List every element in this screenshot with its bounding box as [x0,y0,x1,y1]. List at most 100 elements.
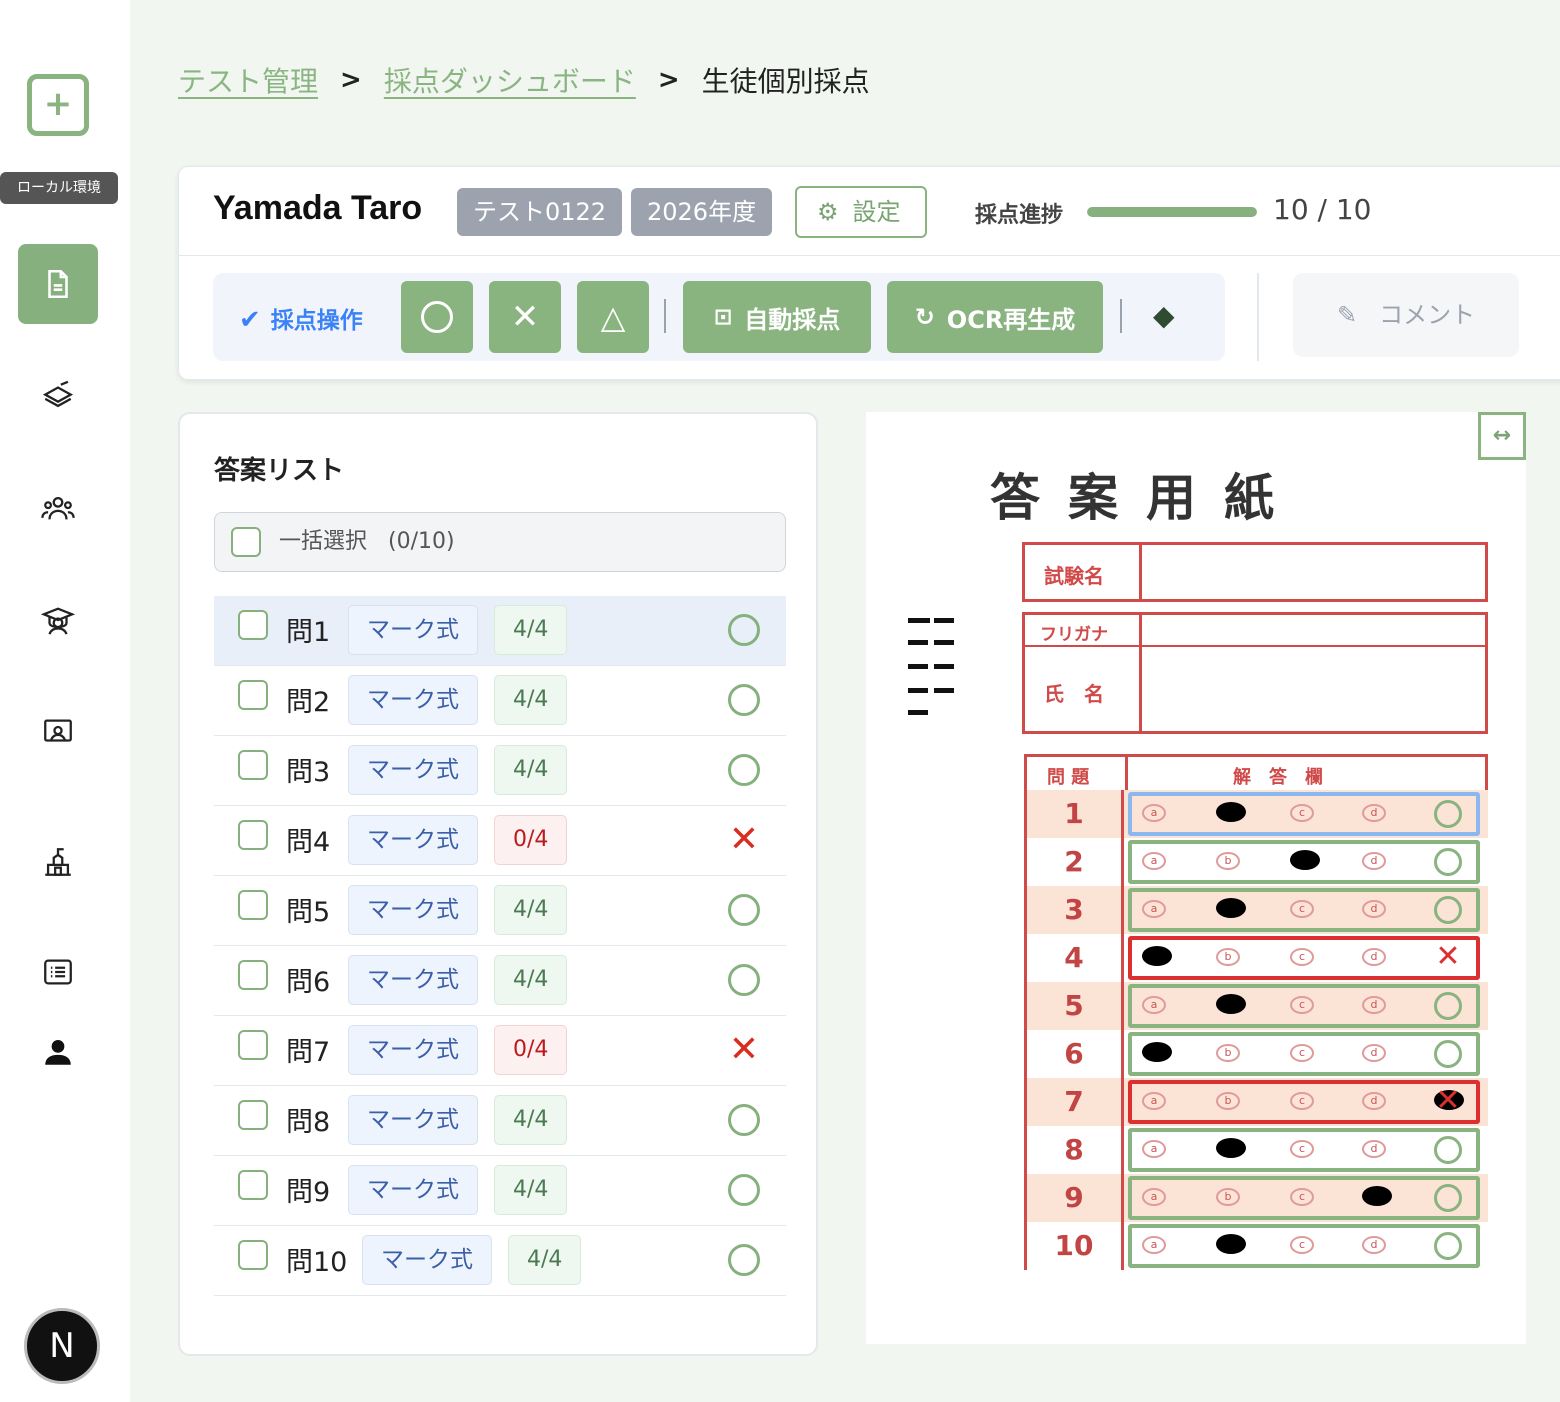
add-icon[interactable]: + [27,74,89,136]
row-checkbox[interactable] [238,750,268,780]
select-all-row[interactable]: 一括選択 (0/10) [214,512,786,572]
sheet-question-row: 4 b c d ✕ [1024,934,1488,982]
timing-mark [934,640,954,645]
sheet-question-row: 5acd [1024,982,1488,1030]
row-checkbox[interactable] [238,680,268,710]
answer-row[interactable]: 問10 マーク式 4/4 [214,1226,786,1296]
answer-row[interactable]: 問2 マーク式 4/4 [214,666,786,736]
question-label: 問7 [286,1037,331,1068]
bubble-row: acd [1124,1126,1488,1174]
row-checkbox[interactable] [238,1240,268,1270]
answer-rows: 問1 マーク式 4/4 問2 マーク式 4/4 問3 マーク式 4/4 問4 マーク式 0/4 ✕ 問5 マ… [214,596,786,1296]
timing-mark [934,664,954,669]
row-checkbox[interactable] [238,1100,268,1130]
wrong-cross-icon: ✕ [728,1029,760,1070]
answer-highlight-box[interactable] [1128,888,1480,932]
bubble-row: abc [1124,1174,1488,1222]
question-type-badge: マーク式 [348,955,478,1005]
answer-highlight-box[interactable] [1128,1224,1480,1268]
toolbar-separator [1120,299,1122,333]
answer-highlight-box[interactable] [1128,1080,1480,1124]
answer-highlight-box[interactable] [1128,936,1480,980]
correct-circle-icon [728,894,760,926]
answer-row[interactable]: 問9 マーク式 4/4 [214,1156,786,1226]
score-badge: 4/4 [508,1235,582,1285]
correct-circle-icon [728,964,760,996]
answer-highlight-box[interactable] [1128,840,1480,884]
answer-highlight-box[interactable] [1128,1128,1480,1172]
bubble-row: acd [1124,790,1488,838]
mark-correct-button[interactable] [401,281,473,353]
question-type-badge: マーク式 [348,605,478,655]
bubble-row: b c d ✕ [1124,934,1488,982]
row-checkbox[interactable] [238,890,268,920]
nav-list-icon[interactable] [18,932,98,1012]
answer-row[interactable]: 問8 マーク式 4/4 [214,1086,786,1156]
nav-classroom-icon[interactable] [18,692,98,772]
nav-school-icon[interactable] [18,822,98,902]
mark-partial-button[interactable]: △ [577,281,649,353]
breadcrumb-link-test-management[interactable]: テスト管理 [178,60,318,100]
app-logo[interactable]: N [24,1308,100,1384]
row-checkbox[interactable] [238,1170,268,1200]
chevron-right-icon: > [657,65,680,95]
answer-highlight-box[interactable] [1128,984,1480,1028]
correct-circle-icon [728,614,760,646]
sheet-question-number: 10 [1024,1222,1124,1270]
answer-row[interactable]: 問4 マーク式 0/4 ✕ [214,806,786,876]
ocr-regenerate-button[interactable]: ↻ OCR再生成 [887,281,1103,353]
row-checkbox[interactable] [238,610,268,640]
timing-mark [934,618,954,623]
exam-name-label: 試験名 [1044,564,1104,588]
nav-students-icon[interactable] [18,468,98,548]
bubble-row: acd [1124,982,1488,1030]
nav-document-icon[interactable] [18,244,98,324]
grading-operations-label: ✔ 採点操作 [239,305,363,335]
breadcrumb-link-grading-dashboard[interactable]: 採点ダッシュボード [384,60,636,100]
score-badge: 4/4 [494,1165,568,1215]
pencil-icon: ✎ [1337,301,1358,329]
nav-grading-icon[interactable] [18,356,98,436]
settings-button[interactable]: ⚙ 設定 [795,186,927,238]
auto-grade-button[interactable]: ⊡ 自動採点 [683,281,871,353]
row-checkbox[interactable] [238,960,268,990]
nav-graduate-icon[interactable] [18,580,98,660]
nav-profile-icon[interactable] [18,1012,98,1092]
correct-circle-icon [728,1174,760,1206]
score-badge: 4/4 [494,1095,568,1145]
select-all-checkbox[interactable] [231,527,261,557]
question-type-badge: マーク式 [348,885,478,935]
correct-circle-icon [728,754,760,786]
chevron-right-icon: > [340,65,362,95]
answer-row[interactable]: 問7 マーク式 0/4 ✕ [214,1016,786,1086]
row-checkbox[interactable] [238,1030,268,1060]
question-label: 問10 [286,1247,348,1278]
sheet-question-row: 7 a b c d ✕ [1024,1078,1488,1126]
timing-mark [934,688,954,693]
sheet-question-number: 9 [1024,1174,1124,1222]
answer-highlight-box[interactable] [1128,792,1480,836]
wrong-cross-icon: ✕ [728,819,760,860]
score-badge: 4/4 [494,605,568,655]
sheet-question-row: 10 a c d [1024,1222,1488,1270]
comment-button[interactable]: ✎ コメント [1293,273,1519,357]
timing-mark [908,640,928,645]
question-type-badge: マーク式 [348,675,478,725]
student-name: Yamada Taro [213,189,423,227]
answer-row[interactable]: 問5 マーク式 4/4 [214,876,786,946]
question-label: 問6 [286,967,331,998]
answer-row[interactable]: 問6 マーク式 4/4 [214,946,786,1016]
eraser-icon[interactable]: ◆ [1153,299,1175,332]
sidebar: + ローカル環境 N [0,0,130,1402]
divider [179,255,1560,256]
expand-horizontal-icon[interactable]: ↔ [1478,412,1526,460]
answer-highlight-box[interactable] [1128,1176,1480,1220]
row-checkbox[interactable] [238,820,268,850]
answer-highlight-box[interactable] [1128,1032,1480,1076]
question-type-badge: マーク式 [348,1025,478,1075]
answer-row[interactable]: 問3 マーク式 4/4 [214,736,786,806]
bubble-row: acd [1124,886,1488,934]
mark-wrong-button[interactable]: ✕ [489,281,561,353]
answer-row[interactable]: 問1 マーク式 4/4 [214,596,786,666]
gear-icon: ⚙ [817,198,839,226]
